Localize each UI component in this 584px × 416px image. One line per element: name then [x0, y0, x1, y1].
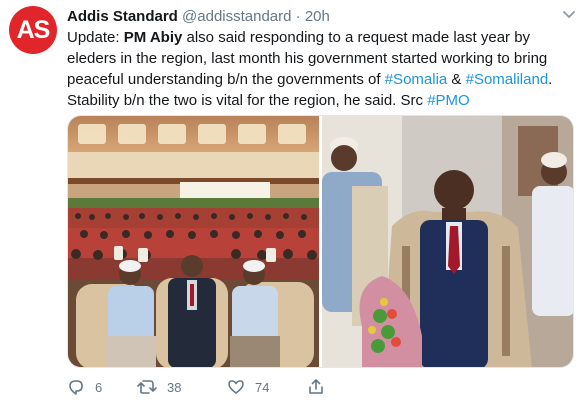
like-icon: [228, 380, 244, 394]
display-name[interactable]: Addis Standard: [67, 8, 178, 25]
retweet-icon: [137, 380, 157, 394]
media-grid: [67, 115, 574, 368]
share-icon: [309, 379, 323, 394]
chevron-down-icon[interactable]: [562, 10, 576, 20]
tweet-bold-name: PM Abiy: [123, 29, 183, 46]
like-count: 74: [255, 379, 270, 395]
timestamp[interactable]: 20h: [305, 8, 330, 25]
tweet-actions: 6 38 74: [67, 378, 367, 402]
reply-icon: [69, 380, 83, 395]
share-button[interactable]: [307, 378, 325, 396]
hashtag-somalia[interactable]: #Somalia: [385, 71, 448, 88]
reply-count: 6: [95, 379, 103, 395]
reply-button[interactable]: 6: [67, 378, 102, 396]
retweet-count: 38: [167, 379, 182, 395]
avatar[interactable]: AS: [9, 6, 57, 54]
hashtag-somaliland[interactable]: #Somaliland: [466, 71, 549, 88]
hashtag-pmo[interactable]: #PMO: [427, 92, 470, 109]
tweet-prefix: Update:: [67, 29, 124, 46]
tweet-text-part2: &: [447, 71, 466, 88]
photo-conference-hall[interactable]: [68, 116, 319, 367]
retweet-button[interactable]: 38: [137, 378, 181, 396]
photo-scarf-ceremony[interactable]: [322, 116, 573, 367]
avatar-text: AS: [16, 15, 51, 44]
like-button[interactable]: 74: [227, 378, 269, 396]
separator-dot: ·: [295, 8, 301, 25]
tweet-header: Addis Standard @addisstandard · 20h: [67, 7, 330, 26]
handle[interactable]: @addisstandard: [182, 8, 291, 25]
tweet-text: Update: PM Abiy also said responding to …: [67, 27, 577, 111]
